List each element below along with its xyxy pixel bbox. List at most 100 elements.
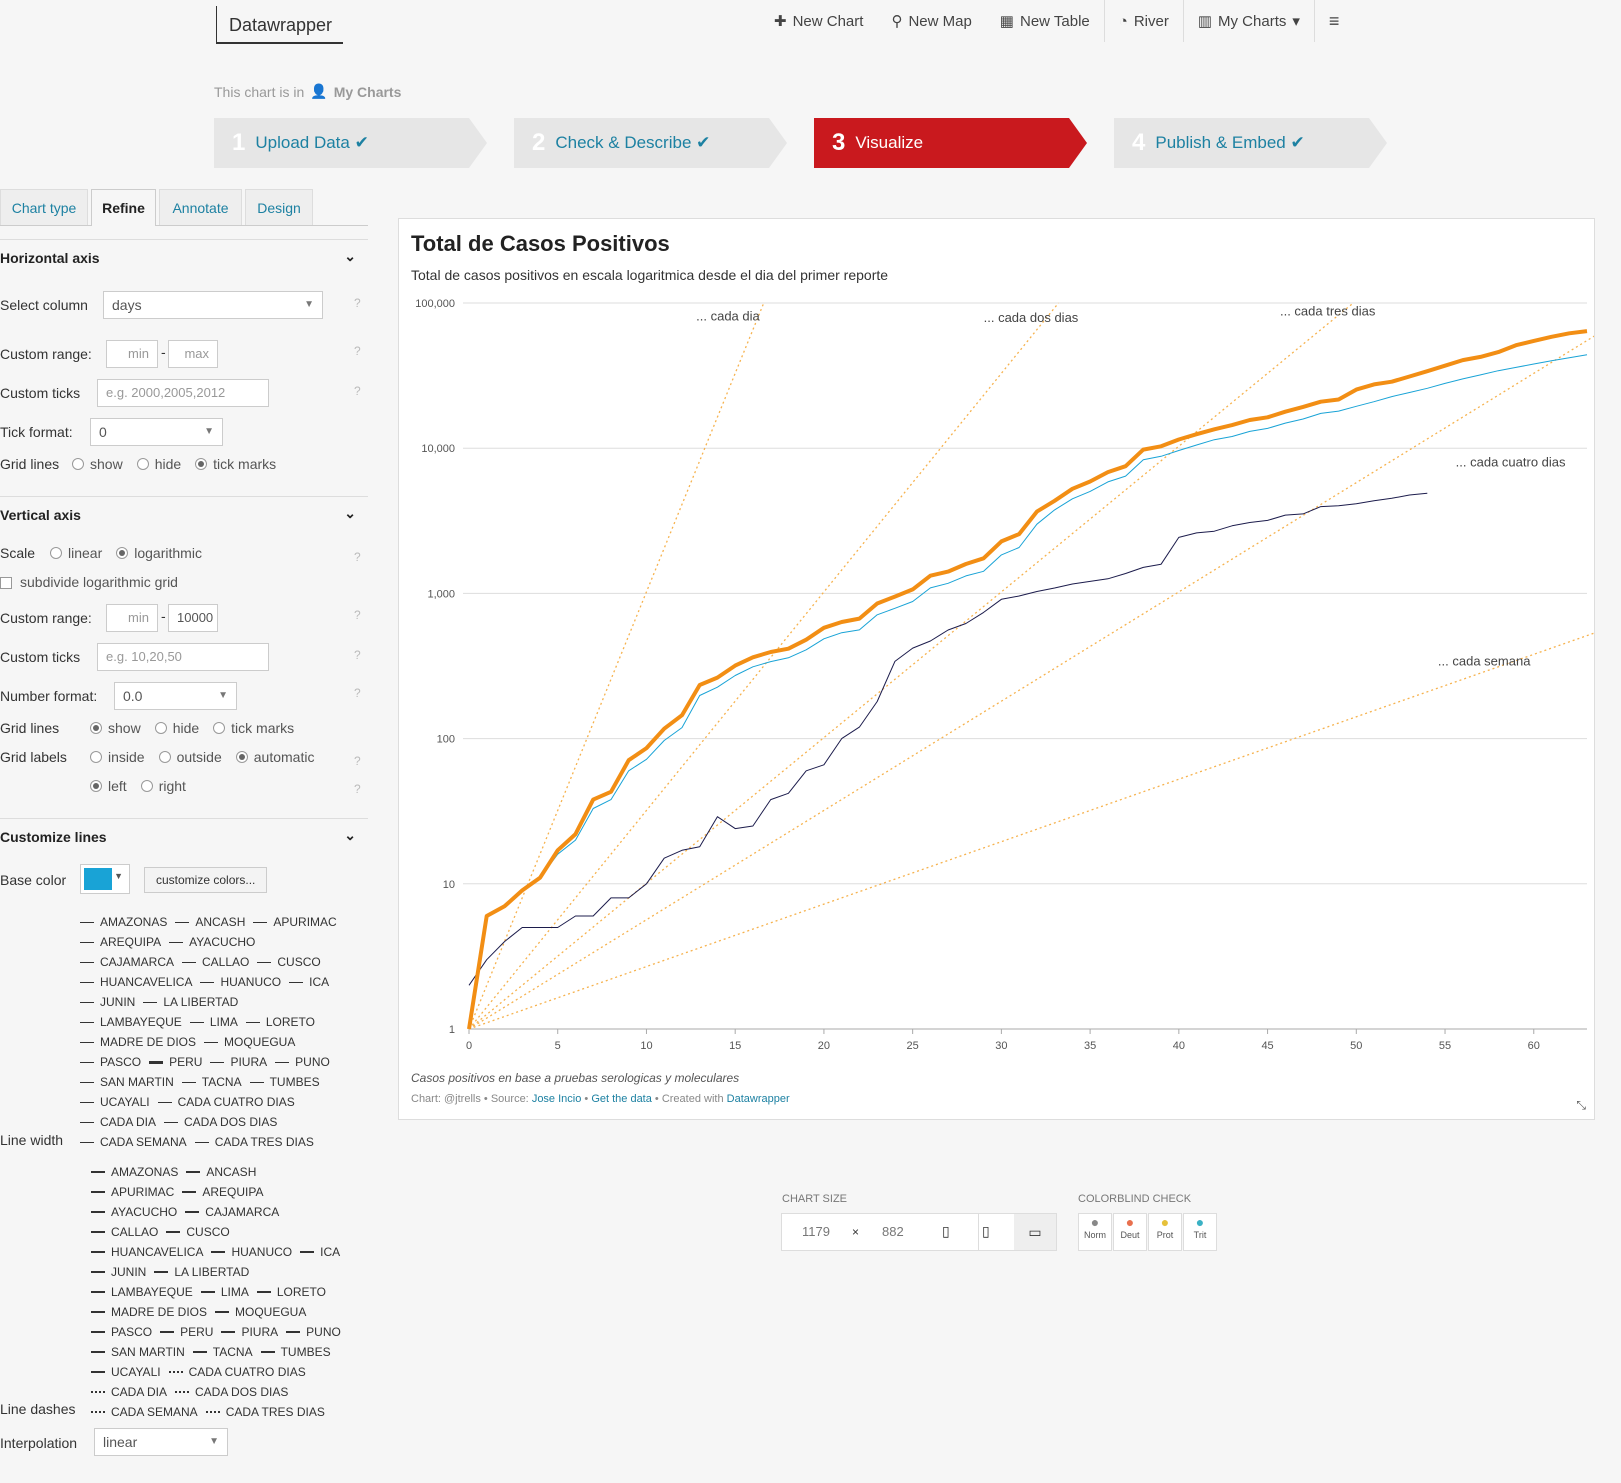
legend-item[interactable]: HUANCAVELICA [91, 1242, 203, 1262]
legend-item[interactable]: HUANUCO [211, 1242, 292, 1262]
help-icon[interactable]: ? [354, 384, 361, 398]
horizontal-axis-section[interactable]: Horizontal axis ⌄ [0, 239, 368, 266]
radio-inside[interactable]: inside [90, 749, 145, 765]
customize-colors-button[interactable]: customize colors... [144, 867, 268, 893]
legend-item[interactable]: JUNIN [91, 1262, 146, 1282]
legend-item[interactable]: TACNA [181, 1072, 242, 1092]
legend-item[interactable]: CUSCO [257, 952, 321, 972]
resize-handle-icon[interactable]: ⤡ [1576, 1098, 1586, 1113]
radio-outside[interactable]: outside [158, 749, 222, 765]
legend-item[interactable]: LA LIBERTAD [143, 992, 238, 1012]
legend-item[interactable]: PUNO [275, 1052, 330, 1072]
legend-item[interactable]: LAMBAYEQUE [80, 1012, 182, 1032]
radio-right[interactable]: right [140, 778, 186, 794]
customize-lines-section[interactable]: Customize lines ⌄ [0, 818, 368, 845]
range-max-input[interactable]: max [168, 340, 218, 368]
legend-item[interactable]: LA LIBERTAD [154, 1262, 249, 1282]
radio-show[interactable]: show [72, 456, 123, 472]
legend-item[interactable]: CAJAMARCA [185, 1202, 279, 1222]
legend-item[interactable]: MOQUEGUA [215, 1302, 306, 1322]
legend-item[interactable]: MADRE DE DIOS [80, 1032, 196, 1052]
custom-ticks-input[interactable]: e.g. 2000,2005,2012 [97, 379, 269, 407]
legend-item[interactable]: PERU [160, 1322, 213, 1342]
legend-item[interactable]: AYACUCHO [169, 932, 255, 952]
step-visualize[interactable]: 3 Visualize [814, 118, 1087, 168]
footer-source-link[interactable]: Jose Incio [532, 1093, 582, 1105]
legend-item[interactable]: SAN MARTIN [80, 1072, 174, 1092]
interpolation-dropdown[interactable]: linear ▼ [94, 1428, 228, 1456]
hamburger-menu[interactable]: ≡ [1313, 0, 1354, 42]
help-icon[interactable]: ? [354, 648, 361, 662]
legend-item[interactable]: MOQUEGUA [204, 1032, 295, 1052]
breadcrumb-folder[interactable]: My Charts [334, 84, 402, 100]
range-min-input[interactable]: min [106, 340, 158, 368]
tick-format-dropdown[interactable]: 0 ▼ [90, 418, 223, 446]
legend-item[interactable]: TACNA [192, 1342, 253, 1362]
legend-item[interactable]: APURIMAC [91, 1182, 174, 1202]
legend-item[interactable]: PERU [149, 1052, 202, 1072]
legend-item[interactable]: AREQUIPA [182, 1182, 263, 1202]
step-publish-embed[interactable]: 4 Publish & Embed ✔ [1114, 118, 1387, 168]
radio-logarithmic[interactable]: logarithmic [116, 545, 202, 561]
legend-item[interactable]: SAN MARTIN [91, 1342, 185, 1362]
legend-item[interactable]: CADA DIA [91, 1382, 167, 1402]
select-column-dropdown[interactable]: days ▼ [103, 291, 323, 319]
legend-item[interactable]: TUMBES [249, 1072, 320, 1092]
chart-height-input[interactable]: 882 [882, 1224, 904, 1239]
legend-item[interactable]: CADA DOS DIAS [164, 1112, 277, 1132]
radio-tick-marks[interactable]: tick marks [195, 456, 276, 472]
legend-item[interactable]: PASCO [80, 1052, 141, 1072]
legend-item[interactable]: JUNIN [80, 992, 135, 1012]
radio-tick-marks[interactable]: tick marks [213, 720, 294, 736]
legend-item[interactable]: APURIMAC [253, 912, 337, 932]
legend-item[interactable]: AMAZONAS [91, 1162, 178, 1182]
v-range-max-input[interactable]: 10000 [168, 604, 218, 632]
help-icon[interactable]: ? [354, 344, 361, 358]
radio-hide[interactable]: hide [136, 456, 181, 472]
v-custom-ticks-input[interactable]: e.g. 10,20,50 [97, 643, 269, 671]
step-check-describe[interactable]: 2 Check & Describe ✔ [514, 118, 787, 168]
legend-item[interactable]: CADA SEMANA [91, 1402, 198, 1422]
colorblind-trit[interactable]: ● Trit [1183, 1213, 1217, 1251]
phone-icon[interactable]: ▯ [942, 1223, 950, 1240]
radio-linear[interactable]: linear [50, 545, 102, 561]
tab-refine[interactable]: Refine [91, 189, 156, 226]
legend-item[interactable]: CALLAO [91, 1222, 158, 1242]
tab-design[interactable]: Design [245, 189, 313, 225]
legend-item[interactable]: PASCO [91, 1322, 152, 1342]
new-map-link[interactable]: ⚲ New Map [877, 0, 985, 42]
legend-item[interactable]: CADA CUATRO DIAS [157, 1092, 295, 1112]
legend-item[interactable]: PIURA [210, 1052, 267, 1072]
legend-item[interactable]: LAMBAYEQUE [91, 1282, 193, 1302]
help-icon[interactable]: ? [354, 754, 361, 768]
my-charts-menu[interactable]: ▥ My Charts ▾ [1182, 0, 1314, 42]
radio-hide[interactable]: hide [154, 720, 199, 736]
help-icon[interactable]: ? [354, 782, 361, 796]
help-icon[interactable]: ? [354, 686, 361, 700]
legend-item[interactable]: CADA TRES DIAS [194, 1132, 314, 1152]
help-icon[interactable]: ? [354, 296, 361, 310]
legend-item[interactable]: CUSCO [166, 1222, 230, 1242]
legend-item[interactable]: CADA DOS DIAS [175, 1382, 288, 1402]
legend-item[interactable]: ICA [289, 972, 329, 992]
number-format-dropdown[interactable]: 0.0 ▼ [114, 682, 237, 710]
tab-annotate[interactable]: Annotate [159, 189, 242, 225]
radio-left[interactable]: left [90, 778, 127, 794]
new-chart-link[interactable]: ✚ New Chart [760, 0, 877, 42]
colorblind-prot[interactable]: ● Prot [1148, 1213, 1182, 1251]
desktop-icon[interactable]: ▭ [1014, 1214, 1056, 1250]
legend-item[interactable]: MADRE DE DIOS [91, 1302, 207, 1322]
step-upload-data[interactable]: 1 Upload Data ✔ [214, 118, 487, 168]
legend-item[interactable]: CADA DIA [80, 1112, 156, 1132]
tablet-icon[interactable]: ▯ [982, 1223, 990, 1240]
river-link[interactable]: ◔ River [1103, 0, 1183, 42]
legend-item[interactable]: LORETO [256, 1282, 326, 1302]
datawrapper-link[interactable]: Datawrapper [727, 1093, 790, 1105]
colorblind-deut[interactable]: ● Deut [1113, 1213, 1147, 1251]
radio-automatic[interactable]: automatic [235, 749, 314, 765]
legend-item[interactable]: LORETO [245, 1012, 315, 1032]
legend-item[interactable]: ANCASH [186, 1162, 256, 1182]
legend-item[interactable]: HUANCAVELICA [80, 972, 192, 992]
legend-item[interactable]: TUMBES [260, 1342, 331, 1362]
get-data-link[interactable]: Get the data [591, 1093, 652, 1105]
